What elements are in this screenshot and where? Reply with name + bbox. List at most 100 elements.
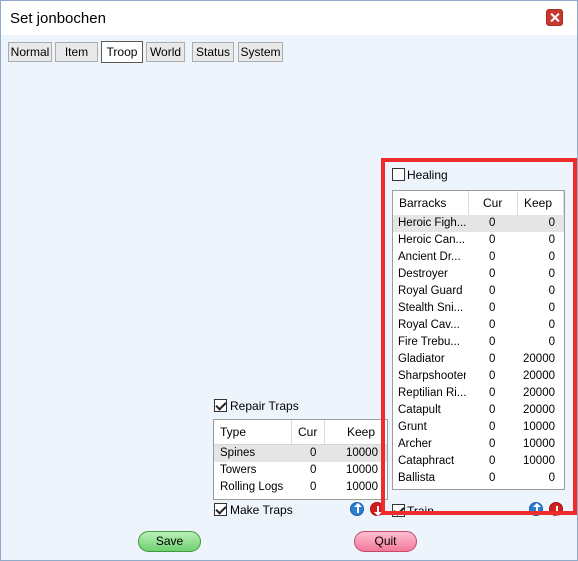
table-row[interactable]: Towers 0 10000 [214, 462, 387, 479]
window-title: Set jonbochen [10, 10, 106, 27]
troop-name: Heroic Figh... [398, 217, 466, 229]
troop-cur: 0 [489, 285, 496, 297]
troop-cur: 0 [489, 387, 496, 399]
trap-cur: 0 [310, 447, 317, 459]
troop-keep: 0 [548, 336, 555, 348]
table-row[interactable]: Reptilian Ri... 0 20000 [393, 385, 564, 402]
trap-name: Rolling Logs [220, 481, 284, 493]
troop-name: Catapult [398, 404, 441, 416]
troop-keep: 20000 [523, 387, 555, 399]
troop-keep: 10000 [523, 438, 555, 450]
trap-keep: 10000 [346, 447, 378, 459]
repair-traps-label: Repair Traps [230, 399, 299, 413]
table-row[interactable]: Heroic Figh... 0 0 [393, 215, 564, 232]
tab-normal[interactable]: Normal [8, 42, 52, 62]
troop-keep: 10000 [523, 455, 555, 467]
keep-column-header[interactable]: Keep [518, 191, 564, 215]
troop-name: Ancient Dr... [398, 251, 461, 263]
troop-name: Fire Trebu... [398, 336, 460, 348]
table-row[interactable]: Royal Cav... 0 0 [393, 317, 564, 334]
troop-cur: 0 [489, 319, 496, 331]
troop-cur: 0 [489, 336, 496, 348]
troop-keep: 0 [548, 234, 555, 246]
cur-column-header[interactable]: Cur [292, 420, 325, 444]
troop-name: Sharpshooter [398, 370, 466, 382]
troop-cur: 0 [489, 421, 496, 433]
troop-cur: 0 [489, 251, 496, 263]
table-row[interactable]: Ballista 0 0 [393, 470, 564, 487]
tab-status[interactable]: Status [192, 42, 234, 62]
title-bar: Set jonbochen [1, 1, 577, 35]
arrow-up-icon[interactable] [350, 502, 364, 516]
table-row[interactable]: Stealth Sni... 0 0 [393, 300, 564, 317]
tab-troop[interactable]: Troop [101, 41, 143, 63]
troop-cur: 0 [489, 438, 496, 450]
trap-cur: 0 [310, 464, 317, 476]
troop-cur: 0 [489, 404, 496, 416]
table-row[interactable]: Heroic Can... 0 0 [393, 232, 564, 249]
troop-name: Grunt [398, 421, 427, 433]
table-row[interactable]: Gladiator 0 20000 [393, 351, 564, 368]
troop-name: Royal Cav... [398, 319, 460, 331]
troop-name: Reptilian Ri... [398, 387, 466, 399]
barracks-column-header[interactable]: Barracks [393, 191, 469, 215]
troops-list-header: Barracks Cur Keep [393, 191, 564, 216]
trap-cur: 0 [310, 481, 317, 493]
troop-keep: 0 [548, 319, 555, 331]
table-row[interactable]: Archer 0 10000 [393, 436, 564, 453]
troop-name: Gladiator [398, 353, 445, 365]
trap-name: Spines [220, 447, 256, 459]
tab-item[interactable]: Item [55, 42, 98, 62]
troop-keep: 0 [548, 268, 555, 280]
healing-checkbox[interactable] [392, 168, 405, 181]
troop-cur: 0 [489, 472, 496, 484]
quit-button[interactable]: Quit [354, 531, 417, 552]
repair-traps-checkbox[interactable] [214, 399, 227, 412]
tab-world[interactable]: World [146, 42, 185, 62]
trap-keep: 10000 [346, 481, 378, 493]
settings-window: Set jonbochen Normal Item Troop World St… [0, 0, 578, 561]
tab-system[interactable]: System [238, 42, 283, 62]
troop-name: Ballista [398, 472, 436, 484]
arrow-down-icon[interactable] [549, 502, 563, 516]
table-row[interactable]: Cataphract 0 10000 [393, 453, 564, 470]
troop-name: Destroyer [398, 268, 448, 280]
troop-cur: 0 [489, 217, 496, 229]
troop-cur: 0 [489, 302, 496, 314]
table-row[interactable]: Spines 0 10000 [214, 445, 387, 462]
train-label: Train [407, 504, 434, 512]
cur-column-header[interactable]: Cur [469, 191, 518, 215]
save-button[interactable]: Save [138, 531, 201, 552]
trap-keep: 10000 [346, 464, 378, 476]
troop-keep: 0 [548, 217, 555, 229]
type-column-header[interactable]: Type [214, 420, 292, 444]
troop-name: Cataphract [398, 455, 455, 467]
traps-list[interactable]: Type Cur Keep Spines 0 10000 Towers 0 10… [213, 419, 388, 500]
arrow-down-icon[interactable] [370, 502, 384, 516]
troop-name: Heroic Can... [398, 234, 466, 246]
make-traps-checkbox[interactable] [214, 503, 227, 516]
troop-cur: 0 [489, 455, 496, 467]
table-row[interactable]: Royal Guard 0 0 [393, 283, 564, 300]
troop-keep: 20000 [523, 370, 555, 382]
troop-name: Royal Guard [398, 285, 463, 297]
troop-keep: 20000 [523, 404, 555, 416]
table-row[interactable]: Fire Trebu... 0 0 [393, 334, 564, 351]
keep-column-header[interactable]: Keep [341, 420, 387, 444]
table-row[interactable]: Destroyer 0 0 [393, 266, 564, 283]
table-row[interactable]: Rolling Logs 0 10000 [214, 479, 387, 496]
make-traps-label: Make Traps [230, 503, 293, 517]
arrow-up-icon[interactable] [529, 502, 543, 516]
table-row[interactable]: Catapult 0 20000 [393, 402, 564, 419]
table-row[interactable]: Ancient Dr... 0 0 [393, 249, 564, 266]
troop-cur: 0 [489, 268, 496, 280]
train-checkbox[interactable] [392, 504, 405, 517]
troop-keep: 0 [548, 251, 555, 263]
troop-keep: 0 [548, 285, 555, 297]
troop-keep: 0 [548, 302, 555, 314]
table-row[interactable]: Sharpshooter 0 20000 [393, 368, 564, 385]
trap-name: Towers [220, 464, 257, 476]
close-icon[interactable] [546, 9, 563, 26]
table-row[interactable]: Grunt 0 10000 [393, 419, 564, 436]
troop-name: Stealth Sni... [398, 302, 464, 314]
